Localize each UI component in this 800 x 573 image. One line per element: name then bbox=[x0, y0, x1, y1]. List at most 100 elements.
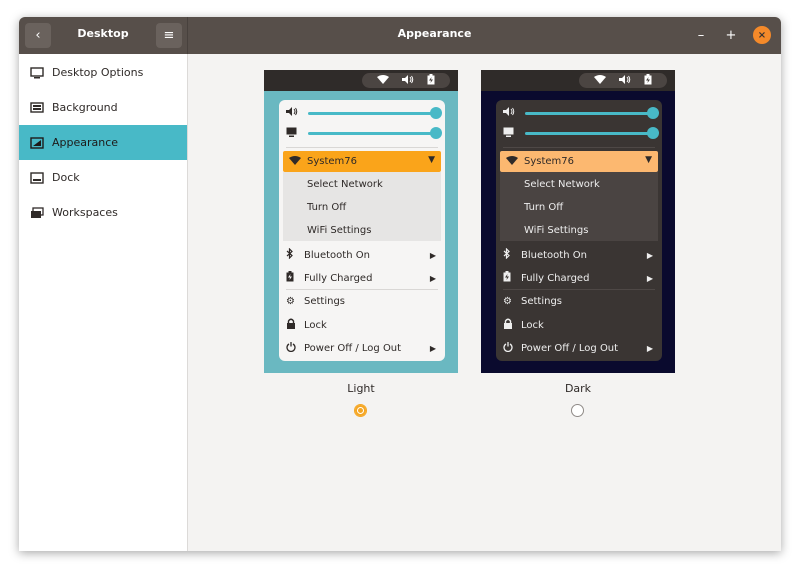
bluetooth-menu-item[interactable]: Bluetooth On ▶ bbox=[286, 246, 438, 264]
close-button[interactable]: × bbox=[753, 26, 771, 44]
lock-menu-item[interactable]: Lock bbox=[286, 316, 438, 334]
bluetooth-icon bbox=[503, 247, 521, 262]
sidebar-header: ‹ Desktop ≡ bbox=[19, 17, 188, 54]
network-menu-header[interactable]: System76 ▼ bbox=[500, 151, 658, 172]
network-menu-header[interactable]: System76 ▼ bbox=[283, 151, 441, 172]
battery-icon bbox=[427, 73, 435, 88]
sidebar-item-label: Background bbox=[52, 101, 118, 114]
lock-label: Lock bbox=[304, 319, 327, 331]
caret-right-icon: ▶ bbox=[646, 273, 653, 283]
battery-label: Fully Charged bbox=[521, 272, 590, 284]
battery-icon bbox=[644, 73, 652, 88]
settings-menu-item[interactable]: ⚙ Settings bbox=[286, 292, 438, 310]
battery-label: Fully Charged bbox=[304, 272, 373, 284]
power-menu-item[interactable]: Power Off / Log Out ▶ bbox=[503, 339, 655, 357]
divider bbox=[286, 147, 438, 148]
network-item-wifi-settings[interactable]: WiFi Settings bbox=[307, 225, 371, 236]
sidebar-item-dock[interactable]: Dock bbox=[19, 160, 187, 195]
slider-track[interactable] bbox=[525, 107, 659, 119]
sidebar-item-label: Appearance bbox=[52, 136, 119, 149]
network-item-turn-off[interactable]: Turn Off bbox=[524, 202, 563, 213]
lock-icon bbox=[286, 318, 304, 332]
maximize-button[interactable]: + bbox=[722, 26, 740, 44]
sidebar-item-label: Desktop Options bbox=[52, 66, 144, 79]
network-item-wifi-settings[interactable]: WiFi Settings bbox=[524, 225, 588, 236]
divider bbox=[503, 289, 655, 290]
sidebar-item-desktop-options[interactable]: Desktop Options bbox=[19, 55, 187, 90]
lock-menu-item[interactable]: Lock bbox=[503, 316, 655, 334]
image-icon bbox=[30, 101, 44, 113]
status-pill bbox=[579, 73, 667, 88]
sidebar-item-appearance[interactable]: Appearance bbox=[19, 125, 187, 160]
caret-right-icon: ▶ bbox=[429, 273, 436, 283]
minimize-button[interactable]: – bbox=[692, 26, 710, 44]
panel-menu: System76 ▼ Select Network Turn Off WiFi … bbox=[496, 100, 662, 361]
caret-right-icon: ▶ bbox=[429, 343, 436, 353]
slider-handle[interactable] bbox=[647, 127, 659, 139]
slider-handle[interactable] bbox=[430, 127, 442, 139]
divider bbox=[503, 147, 655, 148]
gear-icon: ⚙ bbox=[503, 295, 512, 307]
dark-theme-radio[interactable] bbox=[571, 404, 584, 417]
network-item-select[interactable]: Select Network bbox=[524, 179, 600, 190]
titlebar: ‹ Desktop ≡ Appearance – + × bbox=[19, 17, 781, 54]
caret-down-icon: ▼ bbox=[428, 155, 435, 165]
slider-track[interactable] bbox=[308, 107, 442, 119]
slider-track[interactable] bbox=[525, 127, 659, 139]
battery-icon bbox=[286, 271, 304, 285]
bluetooth-label: Bluetooth On bbox=[521, 249, 587, 261]
sidebar-item-background[interactable]: Background bbox=[19, 90, 187, 125]
hamburger-icon: ≡ bbox=[163, 28, 175, 43]
panel-menu: System76 ▼ Select Network Turn Off WiFi … bbox=[279, 100, 445, 361]
power-menu-item[interactable]: Power Off / Log Out ▶ bbox=[286, 339, 438, 357]
network-item-turn-off[interactable]: Turn Off bbox=[307, 202, 346, 213]
settings-menu-item[interactable]: ⚙ Settings bbox=[503, 292, 655, 310]
workspaces-icon bbox=[31, 206, 44, 218]
network-name: System76 bbox=[307, 156, 358, 167]
settings-label: Settings bbox=[304, 295, 346, 307]
power-label: Power Off / Log Out bbox=[521, 342, 619, 354]
settings-label: Settings bbox=[521, 295, 563, 307]
main-content: System76 ▼ Select Network Turn Off WiFi … bbox=[189, 54, 781, 551]
slider-handle[interactable] bbox=[647, 107, 659, 119]
caret-right-icon: ▶ bbox=[646, 250, 653, 260]
lock-icon bbox=[503, 318, 521, 332]
dock-icon bbox=[30, 171, 44, 184]
appearance-icon bbox=[30, 136, 44, 149]
volume-icon bbox=[286, 107, 300, 119]
brightness-slider[interactable] bbox=[286, 127, 442, 140]
caret-down-icon: ▼ bbox=[645, 155, 652, 165]
caret-right-icon: ▶ bbox=[646, 343, 653, 353]
battery-menu-item[interactable]: Fully Charged ▶ bbox=[503, 269, 655, 287]
gear-icon: ⚙ bbox=[286, 295, 295, 307]
volume-slider[interactable] bbox=[286, 107, 442, 119]
power-icon bbox=[503, 341, 521, 355]
volume-icon bbox=[618, 74, 631, 87]
monitor-icon bbox=[30, 66, 44, 78]
lock-label: Lock bbox=[521, 319, 544, 331]
network-submenu: Select Network Turn Off WiFi Settings bbox=[500, 172, 658, 241]
battery-icon bbox=[503, 271, 521, 285]
volume-icon bbox=[401, 74, 414, 87]
light-theme-preview[interactable]: System76 ▼ Select Network Turn Off WiFi … bbox=[264, 70, 458, 373]
preview-top-bar bbox=[481, 70, 675, 91]
light-theme-radio[interactable] bbox=[354, 404, 367, 417]
bluetooth-menu-item[interactable]: Bluetooth On ▶ bbox=[503, 246, 655, 264]
close-icon: × bbox=[757, 29, 767, 41]
sidebar: Desktop Options Background Appearance Do… bbox=[19, 54, 188, 551]
light-theme-label: Light bbox=[347, 382, 375, 395]
menu-button[interactable]: ≡ bbox=[156, 23, 182, 48]
sidebar-item-workspaces[interactable]: Workspaces bbox=[19, 195, 187, 230]
network-item-select[interactable]: Select Network bbox=[307, 179, 383, 190]
display-icon bbox=[286, 127, 300, 140]
slider-track[interactable] bbox=[308, 127, 442, 139]
volume-slider[interactable] bbox=[503, 107, 659, 119]
brightness-slider[interactable] bbox=[503, 127, 659, 139]
battery-menu-item[interactable]: Fully Charged ▶ bbox=[286, 269, 438, 287]
settings-window: ‹ Desktop ≡ Appearance – + × Desktop Opt… bbox=[19, 17, 781, 551]
dark-theme-preview[interactable]: System76 ▼ Select Network Turn Off WiFi … bbox=[481, 70, 675, 373]
bluetooth-label: Bluetooth On bbox=[304, 249, 370, 261]
network-name: System76 bbox=[524, 156, 575, 167]
preview-background: System76 ▼ Select Network Turn Off WiFi … bbox=[264, 91, 458, 373]
slider-handle[interactable] bbox=[430, 107, 442, 119]
